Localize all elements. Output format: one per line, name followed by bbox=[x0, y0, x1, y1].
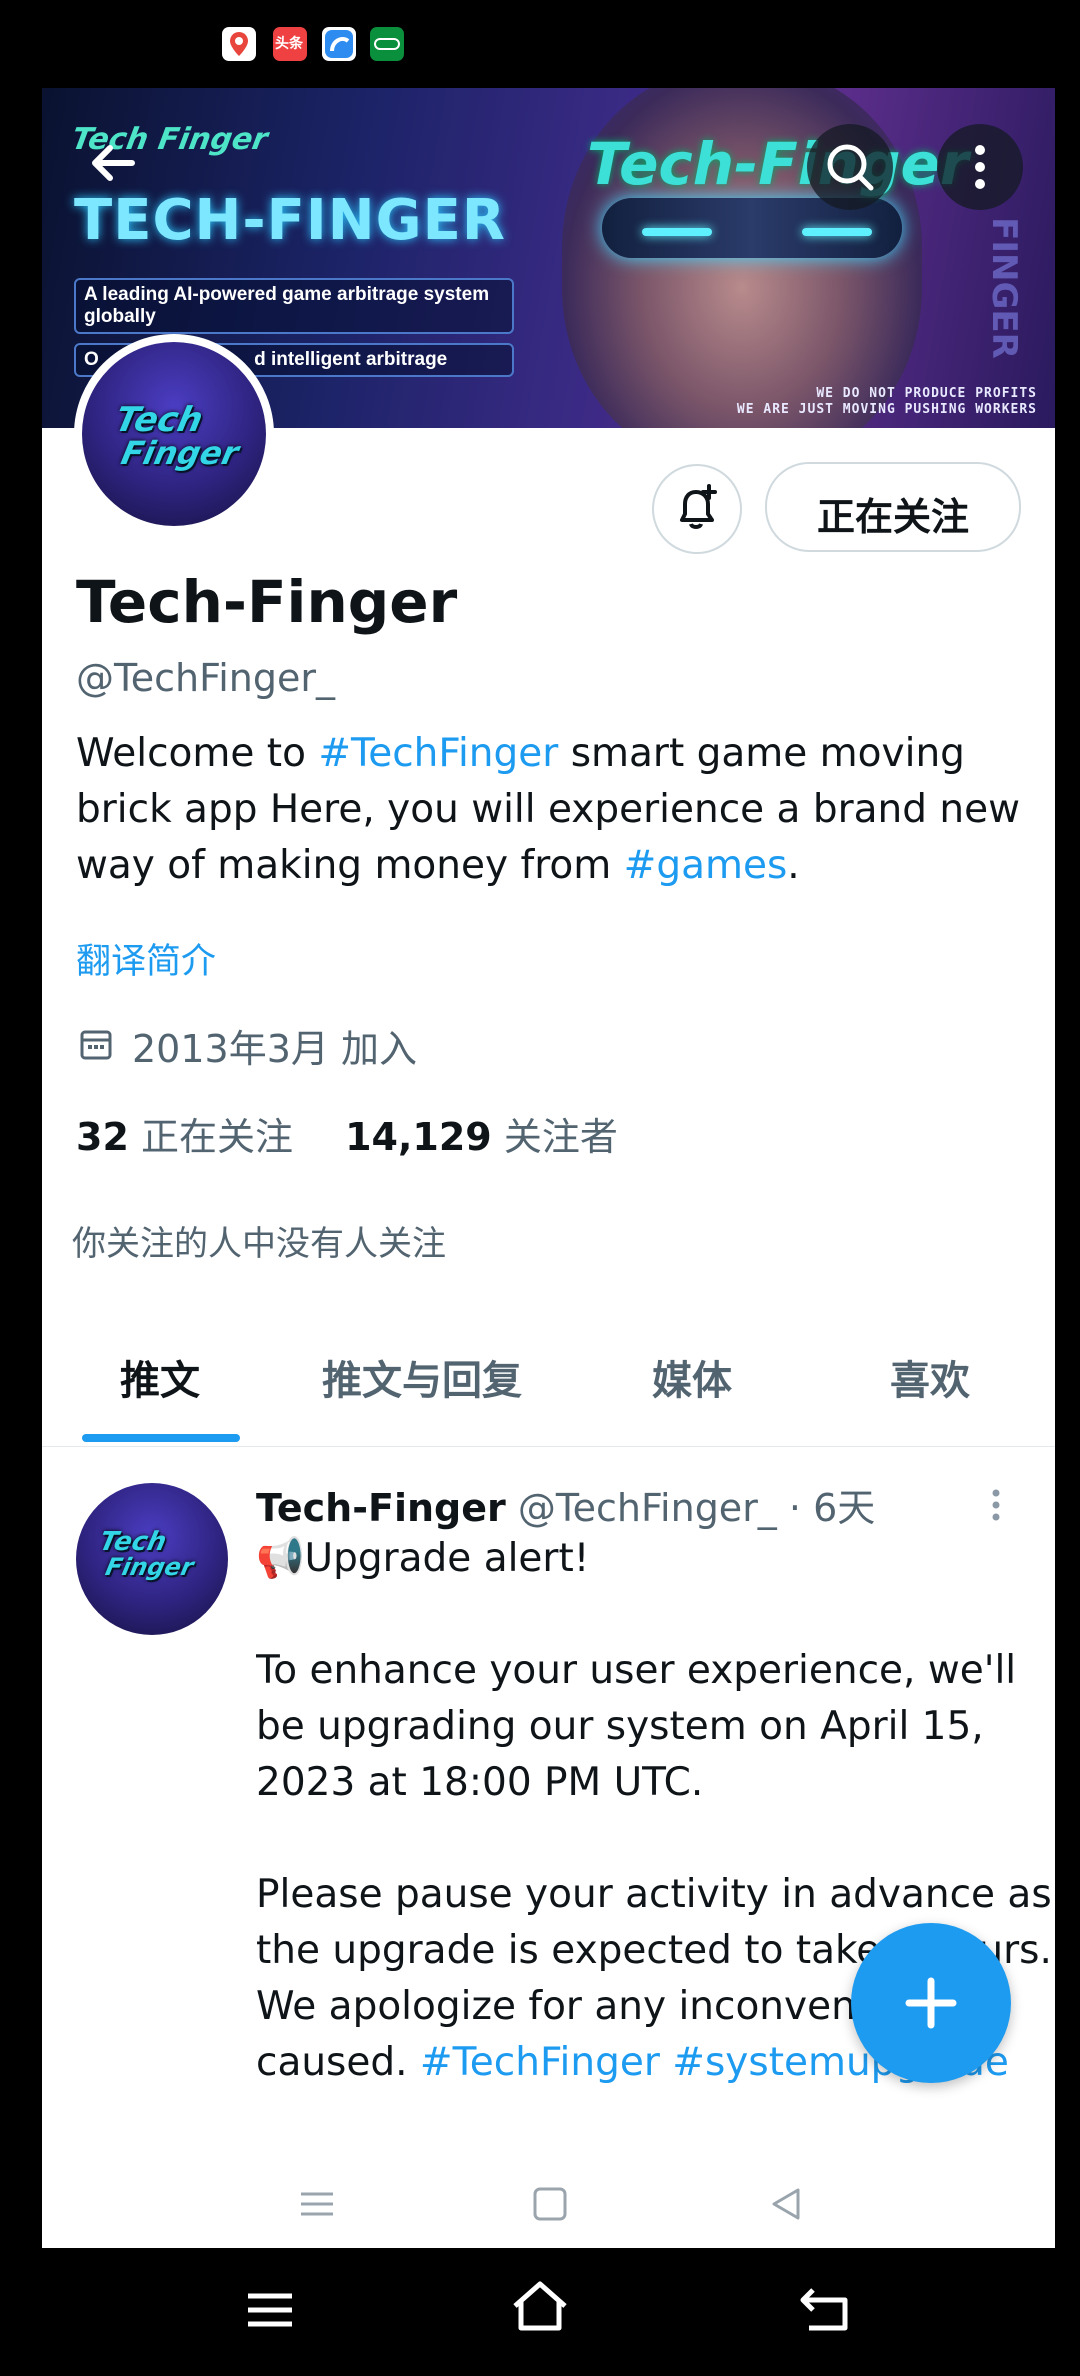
avatar-logo-text-2: Finger bbox=[117, 434, 243, 472]
followers-label: 关注者 bbox=[503, 1115, 618, 1159]
more-vertical-icon bbox=[975, 145, 985, 189]
followers-count: 14,129 bbox=[345, 1115, 492, 1159]
back-arrow-icon bbox=[92, 145, 135, 181]
joined-date: 2013年3月 加入 bbox=[132, 1027, 417, 1071]
bio-text-3: . bbox=[787, 843, 800, 888]
avatar-image: Tech Finger bbox=[82, 342, 266, 526]
tweet-time: · 6天 bbox=[788, 1486, 876, 1530]
calendar-icon bbox=[80, 1030, 112, 1060]
translate-bio-link[interactable]: 翻译简介 bbox=[76, 933, 216, 984]
home-square-icon[interactable] bbox=[520, 2174, 580, 2234]
notifications-bell-button[interactable] bbox=[652, 464, 742, 554]
tweet-paragraph-2: To enhance your user experience, we'll b… bbox=[256, 1648, 1029, 1805]
profile-screen: Tech Finger TECH-FINGER Tech-Finger A le… bbox=[42, 88, 1055, 2248]
banner-tagline: A leading AI-powered game arbitrage syst… bbox=[84, 284, 490, 327]
status-bar: 头条 bbox=[0, 0, 1080, 88]
visor-slit-left bbox=[642, 228, 712, 236]
more-vertical-icon bbox=[992, 1489, 1000, 1521]
bio-text-1: Welcome to bbox=[76, 731, 319, 776]
tweet-line-1: 📢Upgrade alert! bbox=[256, 1536, 590, 1581]
following-button[interactable]: 正在关注 bbox=[765, 462, 1021, 552]
following-count-link[interactable]: 32 正在关注 bbox=[76, 1115, 305, 1159]
menu-icon[interactable] bbox=[287, 2174, 347, 2234]
tweet-avatar-logo-2: Finger bbox=[103, 1553, 196, 1581]
tab-likes[interactable]: 喜欢 bbox=[890, 1348, 970, 1406]
browser-app-icon bbox=[322, 27, 356, 61]
back-triangle-icon[interactable] bbox=[756, 2174, 816, 2234]
visor-slit-right bbox=[802, 228, 872, 236]
following-count: 32 bbox=[76, 1115, 129, 1159]
home-icon[interactable] bbox=[505, 2276, 575, 2336]
bio-hashtag-techfinger[interactable]: #TechFinger bbox=[318, 731, 558, 776]
tab-tweets-and-replies[interactable]: 推文与回复 bbox=[322, 1348, 522, 1406]
tweet-avatar[interactable]: Tech Finger bbox=[76, 1483, 228, 1635]
app-navigation-bar bbox=[42, 2144, 1055, 2248]
banner-brand: Tech-Finger bbox=[587, 130, 969, 198]
maps-app-icon bbox=[222, 27, 256, 61]
tweet-header: Tech-Finger @TechFinger_ · 6天 bbox=[256, 1477, 875, 1532]
active-tab-indicator bbox=[82, 1434, 240, 1442]
banner-tagline-box: A leading AI-powered game arbitrage syst… bbox=[74, 278, 514, 334]
toutiao-app-icon: 头条 bbox=[273, 27, 307, 61]
recent-apps-icon[interactable] bbox=[240, 2280, 300, 2340]
tweet-handle: @TechFinger_ bbox=[517, 1486, 777, 1530]
toutiao-label: 头条 bbox=[275, 36, 303, 52]
compose-tweet-button[interactable] bbox=[851, 1923, 1011, 2083]
search-button[interactable] bbox=[807, 124, 893, 210]
bio-hashtag-games[interactable]: #games bbox=[624, 843, 788, 888]
back-icon[interactable] bbox=[795, 2278, 855, 2338]
followers-count-link[interactable]: 14,129 关注者 bbox=[345, 1115, 618, 1159]
back-button[interactable] bbox=[70, 120, 156, 206]
profile-bio: Welcome to #TechFinger smart game moving… bbox=[76, 726, 1036, 894]
banner-tagline-2-right: d intelligent arbitrage bbox=[254, 349, 448, 370]
tab-tweets[interactable]: 推文 bbox=[120, 1348, 200, 1406]
system-navigation-bar bbox=[0, 2248, 1080, 2376]
bell-plus-icon bbox=[680, 484, 717, 529]
banner-fine-print-1: WE DO NOT PRODUCE PROFITS bbox=[816, 386, 1037, 401]
following-button-label: 正在关注 bbox=[816, 495, 969, 539]
banner-side-text: FINGER bbox=[984, 217, 1025, 359]
user-handle: @TechFinger_ bbox=[76, 656, 335, 700]
display-name: Tech-Finger bbox=[76, 568, 458, 636]
more-options-button[interactable] bbox=[937, 124, 1023, 210]
plus-icon bbox=[905, 1977, 957, 2029]
tab-media[interactable]: 媒体 bbox=[652, 1348, 732, 1406]
banner-tagline-2-left: O bbox=[84, 349, 99, 370]
following-label: 正在关注 bbox=[140, 1115, 293, 1159]
tweet-author[interactable]: Tech-Finger bbox=[256, 1486, 506, 1530]
tweet-more-button[interactable] bbox=[976, 1477, 1016, 1537]
tweet-hashtag-techfinger[interactable]: #TechFinger bbox=[420, 2040, 660, 2085]
search-icon bbox=[827, 144, 874, 191]
wallet-app-icon bbox=[370, 27, 404, 61]
follow-counts: 32 正在关注 14,129 关注者 bbox=[76, 1106, 618, 1161]
profile-avatar[interactable]: Tech Finger bbox=[74, 334, 274, 534]
followed-by-text: 你关注的人中没有人关注 bbox=[72, 1224, 446, 1264]
banner-fine-print-2: WE ARE JUST MOVING PUSHING WORKERS bbox=[736, 402, 1037, 417]
